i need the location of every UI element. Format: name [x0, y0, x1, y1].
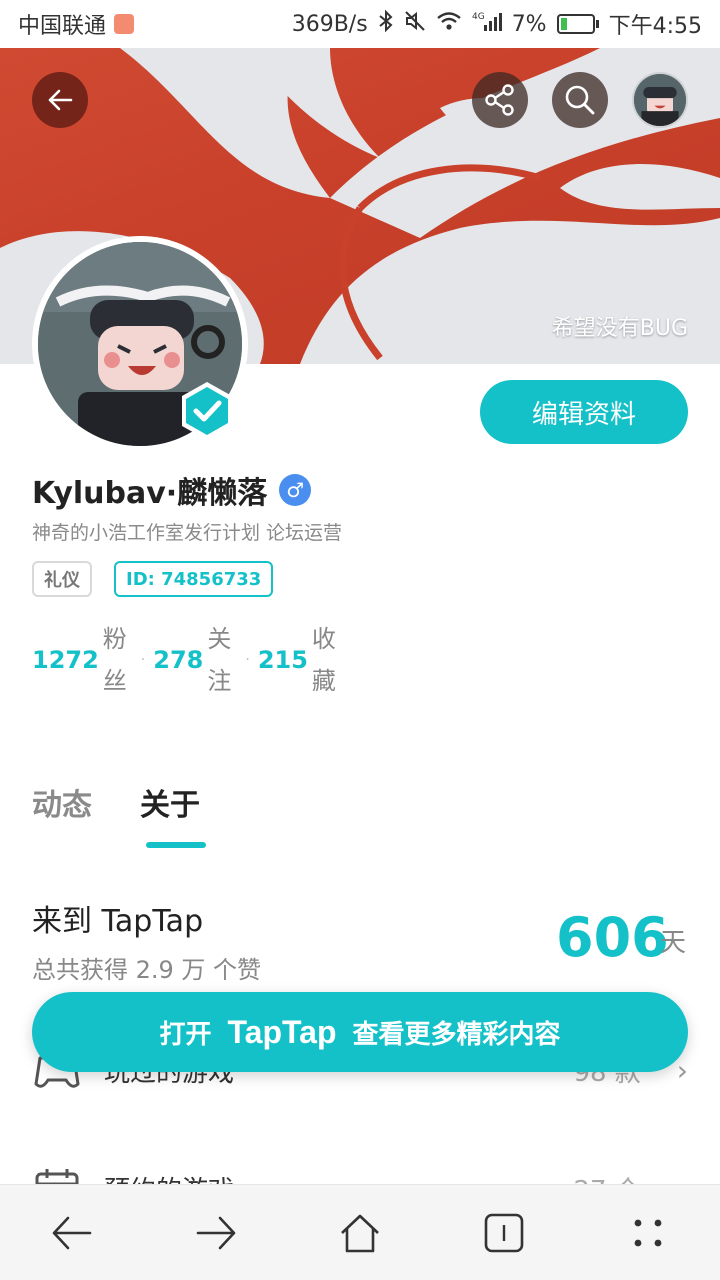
following-label: 关注: [207, 625, 232, 695]
verified-badge-icon: [182, 382, 232, 440]
user-bio: 神奇的小浩工作室发行计划 论坛运营: [32, 522, 343, 544]
edit-profile-button[interactable]: 编辑资料: [480, 380, 688, 444]
cta-open-text: 打开: [159, 1019, 212, 1050]
signal-icon: 4G: [472, 10, 502, 38]
avatar-thumb-icon: [634, 74, 686, 126]
nav-menu-button[interactable]: [624, 1209, 672, 1257]
profile-stats: 1272 粉丝 · 278 关注 · 215 收藏: [32, 618, 342, 702]
arrow-left-icon: [52, 1216, 92, 1250]
username: Kylubav·麟懒落: [32, 476, 268, 511]
status-bar: 中国联通 369B/s 4G 7% 下午4:55: [0, 0, 720, 48]
net-speed: 369B/s: [291, 11, 368, 37]
arrow-left-icon: [48, 89, 73, 111]
search-button[interactable]: [552, 72, 608, 128]
favorites-label: 收藏: [311, 625, 336, 695]
arrow-right-icon: [196, 1216, 236, 1250]
profile-tabs: 动态 关于: [32, 780, 200, 824]
male-gender-icon: ♂: [279, 474, 312, 506]
status-right: 369B/s 4G 7% 下午4:55: [292, 8, 702, 40]
stat-separator: ·: [245, 652, 250, 668]
clock: 下午4:55: [608, 14, 702, 39]
mini-avatar-button[interactable]: [632, 72, 688, 128]
favorites-count: 215: [257, 646, 308, 674]
tab-feed[interactable]: 动态: [32, 780, 92, 824]
nav-back-button[interactable]: [48, 1209, 96, 1257]
followers-count: 1272: [32, 646, 99, 674]
stat-separator: ·: [140, 652, 146, 668]
battery-percent: 7%: [511, 11, 547, 37]
cta-brand-text: TapTap: [227, 1013, 337, 1050]
share-button[interactable]: [472, 72, 528, 128]
share-icon: [485, 84, 514, 116]
battery-icon: [556, 14, 599, 34]
banner-caption: 希望没有BUG: [551, 316, 688, 341]
following-count: 278: [153, 646, 204, 674]
back-button[interactable]: [32, 72, 88, 128]
bluetooth-icon: [378, 9, 394, 38]
nav-tabs-button[interactable]: [480, 1209, 528, 1257]
carrier-badge-icon: [114, 14, 135, 34]
chevron-right-icon: ›: [676, 1053, 688, 1087]
username-row: Kylubav·麟懒落 ♂: [32, 468, 312, 512]
menu-dots-icon: [634, 1219, 662, 1247]
stat-favorites[interactable]: 215 收藏: [258, 618, 342, 702]
wifi-icon: [436, 10, 462, 38]
user-id-tag[interactable]: ID: 74856733: [114, 561, 274, 597]
open-app-cta-button[interactable]: 打开 TapTap 查看更多精彩内容: [32, 992, 688, 1072]
status-left: 中国联通: [18, 8, 135, 40]
browser-navbar: [0, 1184, 720, 1280]
tab-about[interactable]: 关于: [140, 780, 200, 824]
stat-followers[interactable]: 1272 粉丝: [32, 618, 133, 702]
likes-total: 总共获得 2.9 万 个赞: [32, 956, 262, 984]
nav-home-button[interactable]: [336, 1209, 384, 1257]
search-icon: [565, 85, 595, 115]
tabs-icon: [484, 1213, 524, 1253]
cta-more-text: 查看更多精彩内容: [352, 1019, 561, 1050]
svg-text:4G: 4G: [472, 12, 485, 22]
home-icon: [341, 1214, 379, 1253]
mute-icon: [404, 10, 426, 38]
stat-following[interactable]: 278 关注: [153, 618, 237, 702]
nav-forward-button[interactable]: [192, 1209, 240, 1257]
days-unit: 天: [660, 928, 687, 958]
days-count: 606: [556, 906, 669, 969]
etiquette-tag[interactable]: 礼仪: [32, 561, 92, 597]
profile-tags: 礼仪 ID: 74856733: [32, 561, 274, 597]
active-tab-indicator: [146, 842, 206, 848]
welcome-title: 来到 TapTap: [32, 904, 204, 939]
followers-label: 粉丝: [102, 625, 127, 695]
carrier-name: 中国联通: [18, 14, 107, 39]
